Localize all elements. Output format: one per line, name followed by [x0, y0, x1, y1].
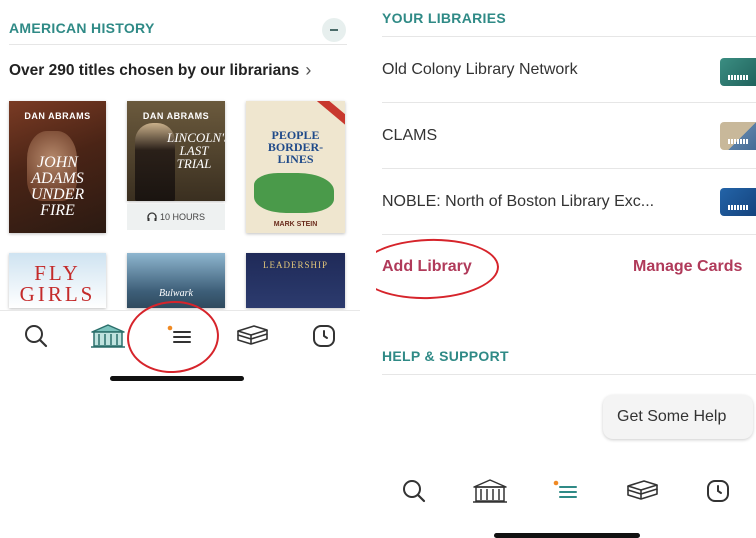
tab-menu[interactable] — [541, 469, 591, 513]
library-card-icon — [720, 188, 756, 216]
book-title: Bulwark — [159, 288, 193, 299]
search-icon — [403, 480, 426, 503]
divider — [382, 374, 756, 375]
collapse-icon[interactable] — [322, 18, 346, 42]
library-name: NOBLE: North of Boston Library Exc... — [382, 193, 655, 210]
book-title: LEADERSHIP — [262, 260, 328, 270]
book-cover[interactable]: LEADERSHIP — [246, 253, 345, 308]
titles-link[interactable]: Over 290 titles chosen by our librarians… — [9, 60, 311, 81]
tab-bar — [376, 460, 756, 522]
chevron-right-icon: › — [305, 60, 312, 80]
tab-library[interactable] — [83, 314, 133, 358]
tab-activity[interactable] — [299, 314, 349, 358]
section-title: YOUR LIBRARIES — [382, 10, 506, 26]
book-title: JOHN ADAMS UNDER FIRE — [30, 154, 85, 219]
tab-activity[interactable] — [693, 469, 743, 513]
section-title: AMERICAN HISTORY — [9, 20, 155, 36]
home-indicator — [110, 376, 244, 381]
add-library-link[interactable]: Add Library — [382, 258, 472, 276]
clock-icon — [313, 325, 335, 347]
library-card-icon — [720, 122, 756, 150]
clock-icon — [707, 480, 729, 502]
section-title: HELP & SUPPORT — [382, 348, 509, 364]
tab-menu[interactable] — [155, 314, 205, 358]
tab-bar — [0, 310, 360, 361]
shelf-icon — [627, 480, 658, 500]
book-title: LINCOLN'S LAST TRIAL — [167, 130, 225, 171]
divider — [382, 234, 756, 235]
library-name: CLAMS — [382, 127, 438, 144]
tab-search[interactable] — [11, 314, 61, 358]
manage-cards-link[interactable]: Manage Cards — [633, 258, 742, 276]
menu-icon — [553, 480, 577, 498]
book-author: MARK STEIN — [273, 221, 318, 228]
book-cover[interactable]: Bulwark — [127, 253, 225, 308]
book-title: PEOPLE BORDER- LINES — [267, 128, 324, 166]
library-icon — [91, 324, 125, 348]
divider — [382, 36, 756, 37]
book-cover[interactable]: FLY GIRLS — [9, 253, 106, 308]
library-row[interactable]: CLAMS — [382, 104, 756, 168]
menu-icon — [167, 325, 191, 343]
tab-shelf[interactable] — [227, 314, 277, 358]
library-icon — [473, 479, 507, 503]
audio-duration: 10 HOURS — [159, 212, 205, 222]
library-card-icon: ★ — [720, 51, 756, 86]
headphones-icon — [147, 212, 157, 221]
book-cover[interactable]: DAN ABRAMS JOHN ADAMS UNDER FIRE — [9, 101, 106, 233]
book-cover[interactable]: DAN ABRAMS LINCOLN'S LAST TRIAL — [127, 101, 225, 201]
book-title: FLY GIRLS — [19, 261, 96, 306]
search-icon — [25, 325, 48, 348]
left-screen: AMERICAN HISTORY Over 290 titles chosen … — [0, 0, 360, 538]
library-name: Old Colony Library Network — [382, 61, 578, 78]
titles-link-label: Over 290 titles chosen by our librarians — [9, 61, 300, 79]
home-indicator — [494, 533, 640, 538]
tab-shelf[interactable] — [617, 469, 667, 513]
library-row[interactable]: NOBLE: North of Boston Library Exc... — [382, 170, 756, 234]
divider — [9, 44, 347, 45]
book-cover[interactable]: PEOPLE BORDER- LINES MARK STEIN — [246, 101, 345, 233]
book-author: DAN ABRAMS — [142, 111, 210, 121]
shelf-icon — [237, 325, 268, 345]
get-help-button[interactable]: Get Some Help — [603, 395, 753, 439]
divider — [382, 168, 756, 169]
audiobook-badge: 10 HOURS — [127, 204, 225, 230]
right-screen: YOUR LIBRARIES Old Colony Library Networ… — [376, 0, 756, 538]
tab-search[interactable] — [389, 469, 439, 513]
book-author: DAN ABRAMS — [24, 111, 91, 121]
tab-library[interactable] — [465, 469, 515, 513]
divider — [382, 102, 756, 103]
library-row[interactable]: Old Colony Library Network ★ — [382, 38, 756, 102]
